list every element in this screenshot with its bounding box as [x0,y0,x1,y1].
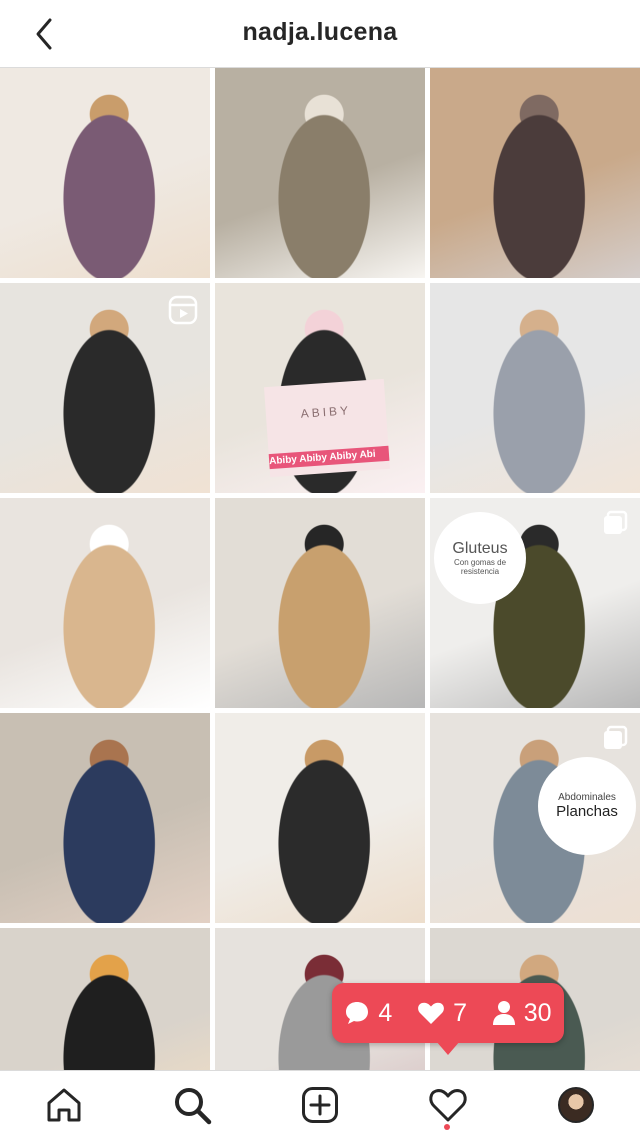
post-thumbnail[interactable] [215,498,425,708]
post-thumbnail[interactable] [215,68,425,278]
post-photo [215,68,425,278]
gluteus-caption-circle: Gluteus Con gomas de resistencia [434,512,526,604]
post-photo [0,928,210,1070]
search-icon [175,1088,212,1125]
post-thumbnail[interactable]: Abdominales Planchas [430,713,640,923]
home-tab[interactable] [42,1083,86,1127]
likes-count-value: 7 [453,998,467,1027]
bottom-navigation [0,1070,640,1138]
gluteus-subtitle-line1: Con gomas de [453,558,507,567]
post-thumbnail[interactable] [430,68,640,278]
carousel-icon [604,510,628,534]
search-tab[interactable] [170,1083,214,1127]
comments-count-value: 4 [378,998,393,1027]
post-thumbnail[interactable] [0,498,210,708]
profile-avatar [558,1087,594,1123]
gluteus-title: Gluteus [452,540,508,557]
post-photo [0,498,210,708]
likes-count: 7 [417,999,467,1028]
post-thumbnail[interactable]: ABIBY Abiby Abiby Abiby Abi [215,283,425,493]
notification-pointer [436,1041,460,1055]
post-photo [215,713,425,923]
home-icon [47,1088,81,1122]
abs-caption-circle: Abdominales Planchas [538,757,636,855]
heart-icon [418,1002,444,1024]
activity-notification-bubble[interactable]: 4 7 30 [332,983,564,1043]
activity-icon [429,1089,467,1122]
post-grid: ABIBY Abiby Abiby Abiby Abi Gluteus Con gom… [0,68,640,1070]
gift-box-graphic: ABIBY Abiby Abiby Abiby Abi [264,378,390,478]
comment-icon [346,1002,369,1024]
abs-caption-line1: Abdominales [558,792,616,803]
post-thumbnail[interactable] [215,713,425,923]
comments-count: 4 [344,999,392,1028]
new-post-icon [302,1087,338,1123]
post-thumbnail[interactable] [0,283,210,493]
post-thumbnail[interactable] [0,713,210,923]
profile-username: nadja.lucena [242,18,398,46]
box-tape-label: Abiby Abiby Abiby Abi [268,445,390,470]
post-photo [0,68,210,278]
activity-notification-dot [444,1124,450,1130]
profile-tab[interactable] [554,1083,598,1127]
person-icon [492,1001,515,1025]
activity-tab[interactable] [426,1083,470,1127]
followers-count: 30 [492,999,552,1028]
top-bar: nadja.lucena [0,0,640,68]
gluteus-subtitle-line2: resistencia [460,567,500,576]
post-thumbnail[interactable] [0,928,210,1070]
post-photo [430,68,640,278]
post-thumbnail[interactable] [0,68,210,278]
carousel-icon [604,725,628,749]
abs-caption-line2: Planchas [556,803,618,820]
post-photo [215,498,425,708]
reels-icon [168,295,198,325]
post-photo [0,713,210,923]
box-brand-label: ABIBY [300,403,352,421]
new-post-tab[interactable] [298,1083,342,1127]
post-photo [430,283,640,493]
followers-count-value: 30 [523,998,552,1027]
post-thumbnail[interactable] [430,283,640,493]
post-thumbnail[interactable]: Gluteus Con gomas de resistencia [430,498,640,708]
